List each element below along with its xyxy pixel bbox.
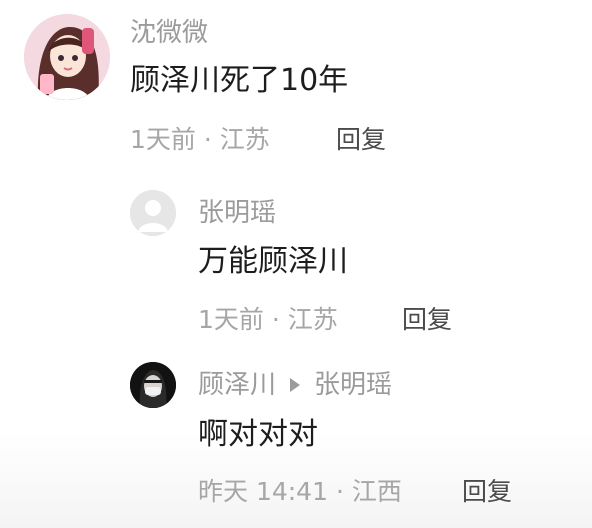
comment-timestamp: 1天前 · 江苏 (198, 305, 338, 334)
comment-timestamp: 昨天 14:41 · 江西 (198, 477, 402, 506)
comment-text: 啊对对对 (198, 417, 318, 452)
masked-person-avatar-image (130, 362, 176, 408)
reply-button[interactable]: 回复 (402, 305, 452, 335)
reply-button[interactable]: 回复 (462, 477, 512, 507)
triangle-right-icon (290, 378, 301, 392)
comment-author[interactable]: 张明瑶 (198, 198, 276, 228)
comment-author-row: 顾泽川 张明瑶 (198, 370, 392, 400)
comment-thread: 沈微微 顾泽川死了10年 1天前 · 江苏 回复 张明瑶 万能顾泽川 1天前 ·… (0, 0, 592, 528)
comment-author[interactable]: 顾泽川 (198, 370, 276, 400)
default-user-avatar-image (130, 190, 176, 236)
comment-text: 万能顾泽川 (198, 244, 348, 279)
user-avatar[interactable] (130, 190, 176, 236)
reply-to-author[interactable]: 张明瑶 (314, 370, 392, 400)
anime-girl-avatar-image (24, 14, 110, 100)
user-avatar[interactable] (130, 362, 176, 408)
comment-text: 顾泽川死了10年 (130, 63, 349, 98)
comment-timestamp: 1天前 · 江苏 (130, 125, 270, 154)
user-avatar[interactable] (24, 14, 110, 100)
comment-author[interactable]: 沈微微 (130, 18, 208, 48)
reply-button[interactable]: 回复 (336, 125, 386, 155)
